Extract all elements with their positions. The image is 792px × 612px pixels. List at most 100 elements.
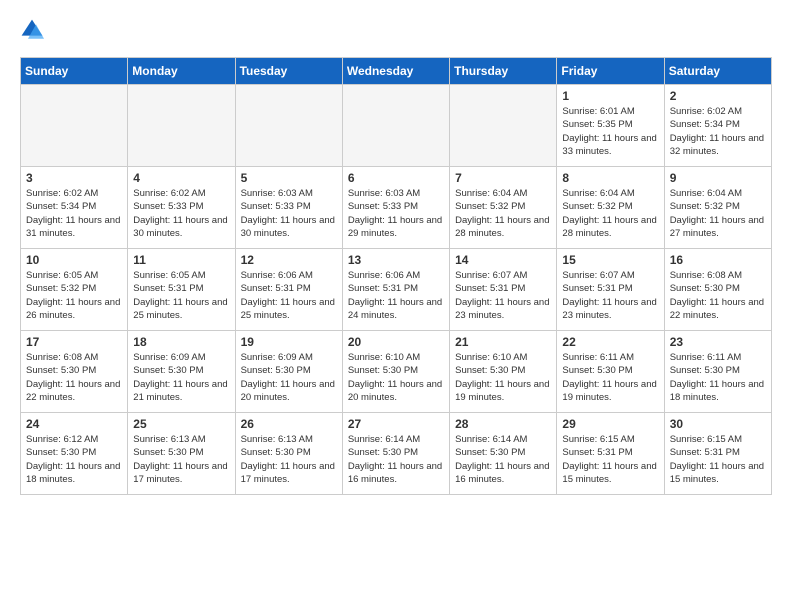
day-info: Sunrise: 6:09 AMSunset: 5:30 PMDaylight:… (133, 351, 229, 404)
calendar-day-cell (450, 85, 557, 167)
day-info: Sunrise: 6:14 AMSunset: 5:30 PMDaylight:… (348, 433, 444, 486)
day-number: 30 (670, 417, 766, 431)
day-info: Sunrise: 6:07 AMSunset: 5:31 PMDaylight:… (562, 269, 658, 322)
calendar-week-row: 24 Sunrise: 6:12 AMSunset: 5:30 PMDayligh… (21, 413, 772, 495)
day-info: Sunrise: 6:02 AMSunset: 5:34 PMDaylight:… (26, 187, 122, 240)
day-number: 13 (348, 253, 444, 267)
day-info: Sunrise: 6:05 AMSunset: 5:32 PMDaylight:… (26, 269, 122, 322)
day-number: 5 (241, 171, 337, 185)
calendar-day-cell (21, 85, 128, 167)
calendar-day-cell: 3 Sunrise: 6:02 AMSunset: 5:34 PMDaylight… (21, 167, 128, 249)
day-info: Sunrise: 6:08 AMSunset: 5:30 PMDaylight:… (670, 269, 766, 322)
day-number: 26 (241, 417, 337, 431)
calendar-day-cell: 28 Sunrise: 6:14 AMSunset: 5:30 PMDayligh… (450, 413, 557, 495)
calendar-day-cell: 27 Sunrise: 6:14 AMSunset: 5:30 PMDayligh… (342, 413, 449, 495)
day-info: Sunrise: 6:13 AMSunset: 5:30 PMDaylight:… (133, 433, 229, 486)
day-info: Sunrise: 6:10 AMSunset: 5:30 PMDaylight:… (348, 351, 444, 404)
logo (20, 16, 46, 47)
calendar-day-cell: 30 Sunrise: 6:15 AMSunset: 5:31 PMDayligh… (664, 413, 771, 495)
day-info: Sunrise: 6:02 AMSunset: 5:33 PMDaylight:… (133, 187, 229, 240)
calendar-day-cell: 22 Sunrise: 6:11 AMSunset: 5:30 PMDayligh… (557, 331, 664, 413)
calendar-day-cell: 5 Sunrise: 6:03 AMSunset: 5:33 PMDaylight… (235, 167, 342, 249)
weekday-header: Tuesday (235, 58, 342, 85)
calendar-day-cell: 18 Sunrise: 6:09 AMSunset: 5:30 PMDayligh… (128, 331, 235, 413)
day-info: Sunrise: 6:06 AMSunset: 5:31 PMDaylight:… (348, 269, 444, 322)
day-number: 15 (562, 253, 658, 267)
calendar-week-row: 17 Sunrise: 6:08 AMSunset: 5:30 PMDayligh… (21, 331, 772, 413)
day-info: Sunrise: 6:01 AMSunset: 5:35 PMDaylight:… (562, 105, 658, 158)
weekday-header: Monday (128, 58, 235, 85)
calendar-day-cell: 13 Sunrise: 6:06 AMSunset: 5:31 PMDayligh… (342, 249, 449, 331)
day-number: 2 (670, 89, 766, 103)
calendar-day-cell: 9 Sunrise: 6:04 AMSunset: 5:32 PMDaylight… (664, 167, 771, 249)
day-info: Sunrise: 6:10 AMSunset: 5:30 PMDaylight:… (455, 351, 551, 404)
day-number: 25 (133, 417, 229, 431)
calendar-day-cell: 2 Sunrise: 6:02 AMSunset: 5:34 PMDaylight… (664, 85, 771, 167)
day-info: Sunrise: 6:11 AMSunset: 5:30 PMDaylight:… (562, 351, 658, 404)
calendar-day-cell: 26 Sunrise: 6:13 AMSunset: 5:30 PMDayligh… (235, 413, 342, 495)
calendar-week-row: 10 Sunrise: 6:05 AMSunset: 5:32 PMDayligh… (21, 249, 772, 331)
weekday-header: Sunday (21, 58, 128, 85)
calendar-day-cell: 20 Sunrise: 6:10 AMSunset: 5:30 PMDayligh… (342, 331, 449, 413)
weekday-header: Wednesday (342, 58, 449, 85)
day-number: 20 (348, 335, 444, 349)
day-number: 28 (455, 417, 551, 431)
weekday-header: Thursday (450, 58, 557, 85)
day-info: Sunrise: 6:06 AMSunset: 5:31 PMDaylight:… (241, 269, 337, 322)
day-number: 12 (241, 253, 337, 267)
day-number: 7 (455, 171, 551, 185)
day-number: 16 (670, 253, 766, 267)
day-number: 24 (26, 417, 122, 431)
calendar-day-cell: 10 Sunrise: 6:05 AMSunset: 5:32 PMDayligh… (21, 249, 128, 331)
calendar-day-cell (235, 85, 342, 167)
day-info: Sunrise: 6:07 AMSunset: 5:31 PMDaylight:… (455, 269, 551, 322)
calendar-day-cell (128, 85, 235, 167)
calendar-day-cell: 6 Sunrise: 6:03 AMSunset: 5:33 PMDaylight… (342, 167, 449, 249)
logo-icon (20, 18, 44, 42)
calendar-week-row: 3 Sunrise: 6:02 AMSunset: 5:34 PMDaylight… (21, 167, 772, 249)
day-number: 10 (26, 253, 122, 267)
calendar-day-cell: 23 Sunrise: 6:11 AMSunset: 5:30 PMDayligh… (664, 331, 771, 413)
calendar-day-cell: 4 Sunrise: 6:02 AMSunset: 5:33 PMDaylight… (128, 167, 235, 249)
calendar-day-cell: 29 Sunrise: 6:15 AMSunset: 5:31 PMDayligh… (557, 413, 664, 495)
day-number: 8 (562, 171, 658, 185)
day-info: Sunrise: 6:12 AMSunset: 5:30 PMDaylight:… (26, 433, 122, 486)
weekday-header: Friday (557, 58, 664, 85)
calendar-day-cell (342, 85, 449, 167)
day-info: Sunrise: 6:04 AMSunset: 5:32 PMDaylight:… (670, 187, 766, 240)
calendar-day-cell: 7 Sunrise: 6:04 AMSunset: 5:32 PMDaylight… (450, 167, 557, 249)
page-header (20, 16, 772, 47)
day-info: Sunrise: 6:09 AMSunset: 5:30 PMDaylight:… (241, 351, 337, 404)
calendar-day-cell: 17 Sunrise: 6:08 AMSunset: 5:30 PMDayligh… (21, 331, 128, 413)
calendar-day-cell: 1Sunrise: 6:01 AMSunset: 5:35 PMDaylight… (557, 85, 664, 167)
day-number: 17 (26, 335, 122, 349)
calendar-week-row: 1Sunrise: 6:01 AMSunset: 5:35 PMDaylight… (21, 85, 772, 167)
day-info: Sunrise: 6:15 AMSunset: 5:31 PMDaylight:… (562, 433, 658, 486)
day-info: Sunrise: 6:08 AMSunset: 5:30 PMDaylight:… (26, 351, 122, 404)
day-number: 4 (133, 171, 229, 185)
day-number: 6 (348, 171, 444, 185)
day-info: Sunrise: 6:11 AMSunset: 5:30 PMDaylight:… (670, 351, 766, 404)
calendar-day-cell: 19 Sunrise: 6:09 AMSunset: 5:30 PMDayligh… (235, 331, 342, 413)
day-number: 23 (670, 335, 766, 349)
day-info: Sunrise: 6:03 AMSunset: 5:33 PMDaylight:… (348, 187, 444, 240)
calendar-day-cell: 25 Sunrise: 6:13 AMSunset: 5:30 PMDayligh… (128, 413, 235, 495)
calendar-day-cell: 15 Sunrise: 6:07 AMSunset: 5:31 PMDayligh… (557, 249, 664, 331)
day-info: Sunrise: 6:13 AMSunset: 5:30 PMDaylight:… (241, 433, 337, 486)
day-number: 19 (241, 335, 337, 349)
day-info: Sunrise: 6:15 AMSunset: 5:31 PMDaylight:… (670, 433, 766, 486)
day-number: 29 (562, 417, 658, 431)
day-info: Sunrise: 6:04 AMSunset: 5:32 PMDaylight:… (455, 187, 551, 240)
day-number: 22 (562, 335, 658, 349)
day-info: Sunrise: 6:03 AMSunset: 5:33 PMDaylight:… (241, 187, 337, 240)
day-info: Sunrise: 6:04 AMSunset: 5:32 PMDaylight:… (562, 187, 658, 240)
calendar-day-cell: 24 Sunrise: 6:12 AMSunset: 5:30 PMDayligh… (21, 413, 128, 495)
calendar-day-cell: 16 Sunrise: 6:08 AMSunset: 5:30 PMDayligh… (664, 249, 771, 331)
day-number: 3 (26, 171, 122, 185)
day-number: 9 (670, 171, 766, 185)
day-info: Sunrise: 6:14 AMSunset: 5:30 PMDaylight:… (455, 433, 551, 486)
day-number: 18 (133, 335, 229, 349)
day-number: 11 (133, 253, 229, 267)
day-number: 27 (348, 417, 444, 431)
day-info: Sunrise: 6:02 AMSunset: 5:34 PMDaylight:… (670, 105, 766, 158)
